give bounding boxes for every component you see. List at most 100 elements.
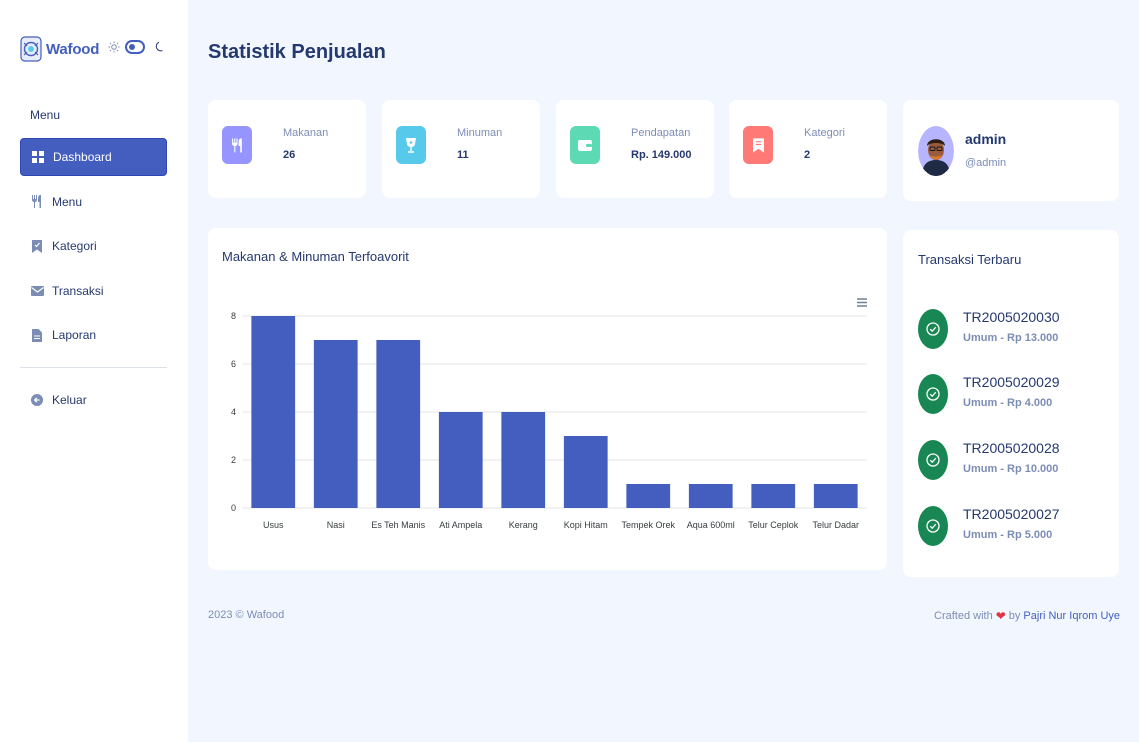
sidebar-item-transaksi[interactable]: Transaksi xyxy=(20,272,167,310)
x-tick-label: Es Teh Manis xyxy=(371,520,425,530)
page-title: Statistik Penjualan xyxy=(208,41,386,63)
transaction-item[interactable]: TR2005020028 Umum - Rp 10.000 xyxy=(918,440,1108,484)
theme-switch[interactable] xyxy=(125,40,145,54)
hamburger-menu-icon[interactable] xyxy=(857,298,867,307)
bar[interactable] xyxy=(626,484,671,508)
stat-value: Rp. 149.000 xyxy=(631,149,692,161)
transaction-item[interactable]: TR2005020030 Umum - Rp 13.000 xyxy=(918,309,1108,353)
transaction-id: TR2005020028 xyxy=(963,440,1060,456)
sidebar-item-label: Kategori xyxy=(52,239,97,253)
bookmark-icon xyxy=(743,126,773,164)
footer-crafted-text: Crafted with xyxy=(934,610,993,622)
stat-card-minuman: Minuman 11 xyxy=(382,100,540,198)
stat-value: 11 xyxy=(457,149,469,161)
bar[interactable] xyxy=(563,436,608,508)
x-tick-label: Kopi Hitam xyxy=(564,520,608,530)
stat-value: 26 xyxy=(283,149,296,161)
sidebar-item-laporan[interactable]: Laporan xyxy=(20,316,167,354)
moon-icon xyxy=(155,41,163,52)
transactions-title: Transaksi Terbaru xyxy=(918,252,1022,267)
y-tick-label: 6 xyxy=(231,359,236,369)
sidebar-item-label: Keluar xyxy=(52,393,87,407)
check-circle-icon xyxy=(918,440,948,480)
transaction-meta: Umum - Rp 4.000 xyxy=(963,397,1053,409)
bookmark-icon xyxy=(30,239,44,253)
transaction-meta: Umum - Rp 13.000 xyxy=(963,332,1059,344)
bar[interactable] xyxy=(313,340,358,508)
sidebar-item-menu[interactable]: Menu xyxy=(20,183,167,221)
x-tick-label: Tempek Orek xyxy=(621,520,675,530)
bar[interactable] xyxy=(813,484,858,508)
sidebar-item-label: Dashboard xyxy=(53,150,112,164)
stat-label: Makanan xyxy=(283,127,329,139)
footer-credit: Crafted with ❤ by Pajri Nur Iqrom Uye xyxy=(934,609,1120,623)
heart-icon: ❤ xyxy=(995,609,1006,623)
grid-icon xyxy=(31,150,45,164)
x-tick-label: Telur Ceplok xyxy=(748,520,799,530)
bar[interactable] xyxy=(438,412,483,508)
bar-chart: 0 2 4 6 8 Usus Nasi Es Teh Manis Ati Ampela Keran… xyxy=(231,311,867,530)
transaction-item[interactable]: TR2005020029 Umum - Rp 4.000 xyxy=(918,374,1108,418)
theme-switch-knob xyxy=(129,44,135,50)
brand-logo-icon xyxy=(20,36,42,62)
transaction-id: TR2005020030 xyxy=(963,309,1060,325)
sun-icon xyxy=(108,41,120,53)
utensils-icon xyxy=(222,126,252,164)
transactions-card: Transaksi Terbaru TR2005020030 Umum - Rp… xyxy=(903,230,1119,577)
profile-name: admin xyxy=(965,131,1007,147)
sidebar: Wafood Menu Dashboard Menu Kategori Tran… xyxy=(0,0,188,742)
bar[interactable] xyxy=(251,316,296,508)
sidebar-item-kategori[interactable]: Kategori xyxy=(20,227,167,265)
cup-icon xyxy=(396,126,426,164)
bar[interactable] xyxy=(688,484,733,508)
transaction-id: TR2005020029 xyxy=(963,374,1060,390)
check-circle-icon xyxy=(918,309,948,349)
bar[interactable] xyxy=(751,484,796,508)
brand[interactable]: Wafood xyxy=(20,34,99,64)
transaction-id: TR2005020027 xyxy=(963,506,1060,522)
y-tick-label: 8 xyxy=(231,311,236,321)
y-tick-label: 2 xyxy=(231,455,236,465)
x-tick-label: Nasi xyxy=(327,520,345,530)
utensils-icon xyxy=(30,195,44,209)
x-tick-label: Telur Dadar xyxy=(812,520,859,530)
stat-card-kategori: Kategori 2 xyxy=(729,100,887,198)
check-circle-icon xyxy=(918,374,948,414)
footer-author-link[interactable]: Pajri Nur Iqrom Uye xyxy=(1023,610,1120,622)
stat-label: Kategori xyxy=(804,127,845,139)
theme-toggle[interactable] xyxy=(108,40,166,54)
sidebar-title: Menu xyxy=(30,108,61,122)
sidebar-item-label: Laporan xyxy=(52,328,97,342)
transaction-meta: Umum - Rp 10.000 xyxy=(963,463,1059,475)
avatar xyxy=(918,126,954,176)
footer-by-text: by xyxy=(1008,610,1021,622)
footer-copyright: 2023 © Wafood xyxy=(208,609,285,621)
bar[interactable] xyxy=(501,412,546,508)
arrow-left-circle-icon xyxy=(30,393,44,407)
transaction-meta: Umum - Rp 5.000 xyxy=(963,529,1053,541)
profile-username: @admin xyxy=(965,157,1007,169)
stat-card-pendapatan: Pendapatan Rp. 149.000 xyxy=(556,100,714,198)
sidebar-item-dashboard[interactable]: Dashboard xyxy=(20,138,167,176)
sidebar-menu: Dashboard Menu Kategori Transaksi Lapora… xyxy=(20,138,167,361)
x-tick-label: Ati Ampela xyxy=(439,520,482,530)
x-tick-label: Kerang xyxy=(509,520,538,530)
sidebar-item-keluar[interactable]: Keluar xyxy=(20,381,167,419)
y-tick-label: 4 xyxy=(231,407,236,417)
sidebar-item-label: Menu xyxy=(52,194,83,209)
y-tick-label: 0 xyxy=(231,503,236,513)
sidebar-item-label: Transaksi xyxy=(52,283,104,298)
wallet-icon xyxy=(570,126,600,164)
x-tick-label: Aqua 600ml xyxy=(687,520,735,530)
stat-label: Pendapatan xyxy=(631,127,691,139)
file-icon xyxy=(30,328,44,342)
sidebar-divider xyxy=(20,367,167,368)
x-tick-label: Usus xyxy=(263,520,284,530)
chart-card: Makanan & Minuman Terfoavorit 0 2 4 6 8 Usus N… xyxy=(208,228,887,570)
envelope-icon xyxy=(30,284,44,298)
transaction-item[interactable]: TR2005020027 Umum - Rp 5.000 xyxy=(918,506,1108,550)
check-circle-icon xyxy=(918,506,948,546)
stat-card-makanan: Makanan 26 xyxy=(208,100,366,198)
profile-card[interactable]: admin @admin xyxy=(903,100,1119,201)
bar[interactable] xyxy=(376,340,421,508)
